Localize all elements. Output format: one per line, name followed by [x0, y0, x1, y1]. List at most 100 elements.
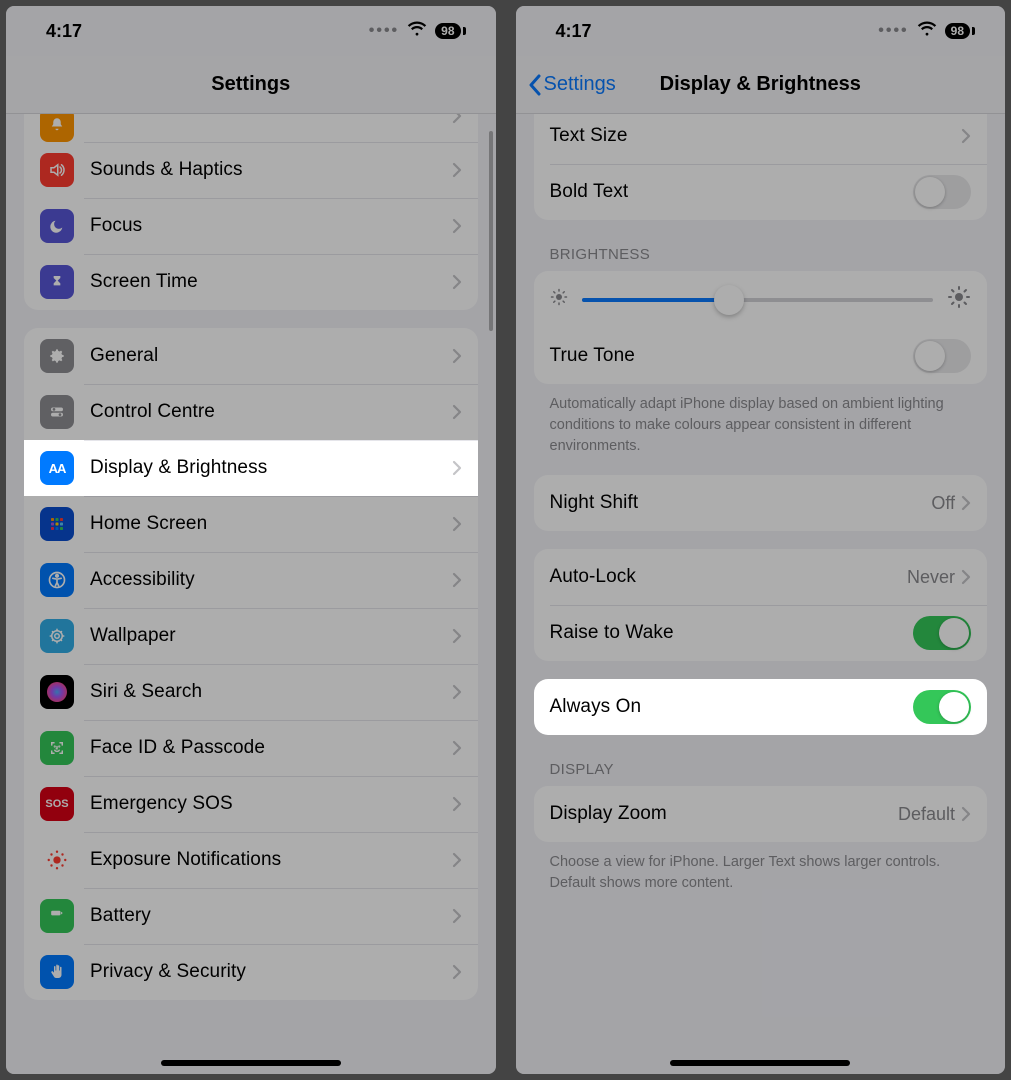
hand-icon — [40, 955, 74, 989]
settings-row-focus[interactable]: Focus — [24, 198, 478, 254]
settings-group: Notifications Sounds & Haptics Focus Screen… — [24, 114, 478, 310]
back-label: Settings — [544, 73, 616, 96]
chevron-right-icon — [452, 274, 462, 290]
always-on-toggle[interactable] — [913, 690, 971, 724]
siri-icon — [40, 675, 74, 709]
brightness-slider[interactable] — [582, 298, 934, 302]
home-indicator[interactable] — [670, 1060, 850, 1066]
status-time: 4:17 — [556, 21, 592, 42]
chevron-right-icon — [452, 572, 462, 588]
back-button[interactable]: Settings — [528, 73, 616, 96]
night-shift-group: Night ShiftOff — [534, 475, 988, 531]
settings-row-display-brightness[interactable]: AA Display & Brightness — [24, 440, 478, 496]
autolock-group: Auto-LockNever Raise to Wake — [534, 549, 988, 661]
row-label: Exposure Notifications — [90, 849, 452, 871]
display-brightness-list[interactable]: Text Size Bold Text Brightness True Tone Aut… — [516, 114, 1006, 1074]
settings-row-siri-search[interactable]: Siri & Search — [24, 664, 478, 720]
chevron-right-icon — [961, 495, 971, 511]
always-on-group: Always On — [534, 679, 988, 735]
home-indicator[interactable] — [161, 1060, 341, 1066]
chevron-right-icon — [452, 218, 462, 234]
row-raise-to-wake[interactable]: Raise to Wake — [534, 605, 988, 661]
chevron-right-icon — [452, 796, 462, 812]
settings-group: General Control Centre AA Display & Brightn… — [24, 328, 478, 1000]
status-bar: 4:17 •••• 98 — [6, 6, 496, 56]
bold-text-toggle[interactable] — [913, 175, 971, 209]
row-bold-text[interactable]: Bold Text — [534, 164, 988, 220]
true-tone-footer: Automatically adapt iPhone display based… — [550, 394, 972, 457]
chevron-right-icon — [452, 162, 462, 178]
text-group: Text Size Bold Text — [534, 114, 988, 220]
row-night-shift[interactable]: Night ShiftOff — [534, 475, 988, 531]
display-brightness-screen: 4:17 •••• 98 Settings Display & Brightne… — [516, 6, 1006, 1074]
battery-icon: 98 — [435, 23, 465, 39]
row-label: Sounds & Haptics — [90, 159, 452, 181]
settings-row-home-screen[interactable]: Home Screen — [24, 496, 478, 552]
true-tone-toggle[interactable] — [913, 339, 971, 373]
row-label: Always On — [550, 696, 914, 718]
page-title: Display & Brightness — [660, 73, 861, 96]
faceid-icon — [40, 731, 74, 765]
settings-row-wallpaper[interactable]: Wallpaper — [24, 608, 478, 664]
text-size-icon: AA — [40, 451, 74, 485]
scrollbar[interactable] — [489, 131, 493, 331]
row-value: Default — [898, 804, 955, 825]
settings-row-screen-time[interactable]: Screen Time — [24, 254, 478, 310]
chevron-right-icon — [961, 569, 971, 585]
wifi-icon — [917, 21, 937, 42]
chevron-right-icon — [452, 404, 462, 420]
row-display-zoom[interactable]: Display ZoomDefault — [534, 786, 988, 842]
page-title: Settings — [211, 73, 290, 96]
nav-header: Settings — [6, 56, 496, 114]
wifi-icon — [407, 21, 427, 42]
row-label: Privacy & Security — [90, 961, 452, 983]
brightness-group: True Tone — [534, 271, 988, 384]
chevron-right-icon — [452, 628, 462, 644]
status-bar: 4:17 •••• 98 — [516, 6, 1006, 56]
settings-row-emergency-sos[interactable]: SOSEmergency SOS — [24, 776, 478, 832]
row-value: Never — [907, 567, 955, 588]
brightness-header: Brightness — [550, 246, 972, 263]
wallpaper-icon — [40, 619, 74, 653]
row-text-size[interactable]: Text Size — [534, 114, 988, 164]
grid-icon — [40, 507, 74, 541]
brightness-slider-row — [534, 271, 988, 328]
chevron-right-icon — [452, 684, 462, 700]
settings-row-accessibility[interactable]: Accessibility — [24, 552, 478, 608]
display-header: Display — [550, 761, 972, 778]
row-auto-lock[interactable]: Auto-LockNever — [534, 549, 988, 605]
settings-row-privacy-security[interactable]: Privacy & Security — [24, 944, 478, 1000]
chevron-right-icon — [961, 128, 971, 144]
row-always-on[interactable]: Always On — [534, 679, 988, 735]
settings-row-face-id-passcode[interactable]: Face ID & Passcode — [24, 720, 478, 776]
settings-list[interactable]: Notifications Sounds & Haptics Focus Screen… — [6, 114, 496, 1074]
settings-row-battery[interactable]: Battery — [24, 888, 478, 944]
row-label: Bold Text — [550, 181, 914, 203]
chevron-right-icon — [452, 348, 462, 364]
raise-to-wake-toggle[interactable] — [913, 616, 971, 650]
chevron-right-icon — [452, 740, 462, 756]
row-label: Battery — [90, 905, 452, 927]
sos-icon: SOS — [40, 787, 74, 821]
row-label: General — [90, 345, 452, 367]
row-label: Accessibility — [90, 569, 452, 591]
row-label: Face ID & Passcode — [90, 737, 452, 759]
row-true-tone[interactable]: True Tone — [534, 328, 988, 384]
chevron-right-icon — [961, 806, 971, 822]
row-label: Screen Time — [90, 271, 452, 293]
settings-row-exposure-notifications[interactable]: Exposure Notifications — [24, 832, 478, 888]
display-zoom-group: Display ZoomDefault — [534, 786, 988, 842]
chevron-right-icon — [452, 516, 462, 532]
row-label: Raise to Wake — [550, 622, 914, 644]
settings-row-general[interactable]: General — [24, 328, 478, 384]
chevron-right-icon — [452, 114, 462, 124]
battery-icon — [40, 899, 74, 933]
settings-row-control-centre[interactable]: Control Centre — [24, 384, 478, 440]
row-label: Display & Brightness — [90, 457, 452, 479]
accessibility-icon — [40, 563, 74, 597]
nav-header: Settings Display & Brightness — [516, 56, 1006, 114]
settings-screen: 4:17 •••• 98 Settings Notifications Sound… — [6, 6, 496, 1074]
hourglass-icon — [40, 265, 74, 299]
settings-row-notifications[interactable]: Notifications — [24, 114, 478, 142]
settings-row-sounds-haptics[interactable]: Sounds & Haptics — [24, 142, 478, 198]
